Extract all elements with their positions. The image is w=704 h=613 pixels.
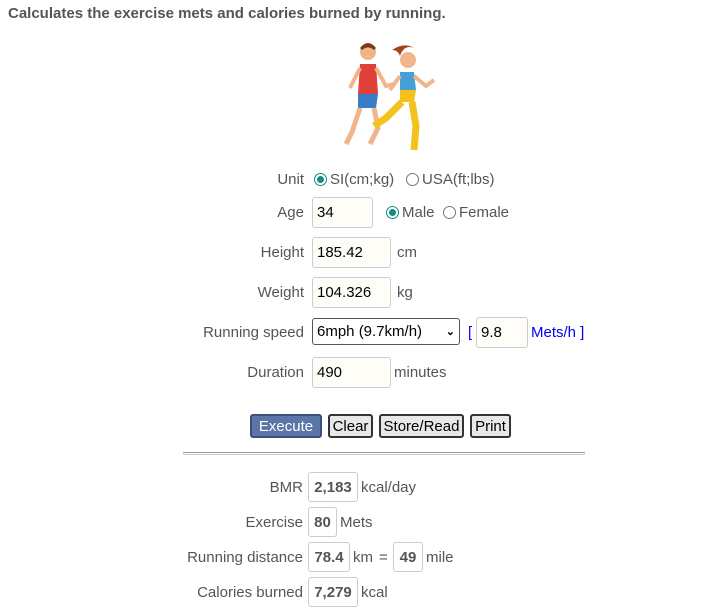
bmr-label: BMR (269, 479, 303, 496)
page-title: Calculates the exercise mets and calorie… (8, 5, 446, 22)
clear-button[interactable]: Clear (328, 414, 373, 438)
exercise-unit: Mets (340, 514, 373, 531)
calories-unit: kcal (361, 584, 388, 601)
unit-usa-label: USA(ft;lbs) (422, 171, 495, 188)
bmr-unit: kcal/day (361, 479, 417, 496)
height-input[interactable]: 185.42 (312, 237, 391, 268)
radio-unchecked-icon (406, 173, 419, 186)
weight-label: Weight (257, 284, 304, 301)
speed-value: 6mph (9.7km/h) (317, 323, 423, 340)
bracket-open: [ (468, 324, 473, 341)
radio-checked-icon (386, 206, 399, 219)
unit-si-radio[interactable]: SI(cm;kg) (314, 171, 394, 188)
female-radio[interactable]: Female (443, 204, 509, 221)
unit-si-label: SI(cm;kg) (330, 171, 395, 188)
female-runner-icon (372, 45, 436, 151)
divider (183, 452, 585, 455)
unit-label: Unit (277, 171, 304, 188)
male-radio[interactable]: Male (386, 204, 435, 221)
distance-mile-value: 49 (393, 542, 423, 572)
height-label: Height (260, 244, 304, 261)
weight-unit: kg (397, 284, 413, 301)
height-unit: cm (397, 244, 417, 261)
radio-unchecked-icon (443, 206, 456, 219)
distance-label: Running distance (187, 549, 303, 566)
speed-select[interactable]: 6mph (9.7km/h) ⌄ (312, 318, 460, 345)
duration-label: Duration (247, 364, 304, 381)
duration-input[interactable]: 490 (312, 357, 391, 388)
store-read-button[interactable]: Store/Read (379, 414, 464, 438)
mets-input[interactable]: 9.8 (476, 317, 528, 348)
km-unit: km (353, 549, 373, 566)
unit-usa-radio[interactable]: USA(ft;lbs) (406, 171, 495, 188)
bmr-value: 2,183 (308, 472, 358, 502)
distance-km-value: 78.4 (308, 542, 350, 572)
age-input[interactable]: 34 (312, 197, 373, 228)
weight-input[interactable]: 104.326 (312, 277, 391, 308)
mets-unit: Mets/h ] (531, 324, 585, 341)
chevron-down-icon: ⌄ (445, 326, 455, 338)
calories-label: Calories burned (197, 584, 303, 601)
mile-unit: mile (426, 549, 454, 566)
calories-value: 7,279 (308, 577, 358, 607)
male-runner-icon (343, 43, 395, 146)
runners-illustration (343, 43, 436, 151)
age-label: Age (277, 204, 304, 221)
radio-checked-icon (314, 173, 327, 186)
male-label: Male (402, 204, 435, 221)
duration-unit: minutes (394, 364, 447, 381)
exercise-label: Exercise (245, 514, 303, 531)
execute-button[interactable]: Execute (250, 414, 322, 438)
exercise-value: 80 (308, 507, 337, 537)
female-label: Female (459, 204, 510, 221)
speed-label: Running speed (203, 324, 304, 341)
print-button[interactable]: Print (470, 414, 511, 438)
equals-sign: = (379, 549, 388, 566)
